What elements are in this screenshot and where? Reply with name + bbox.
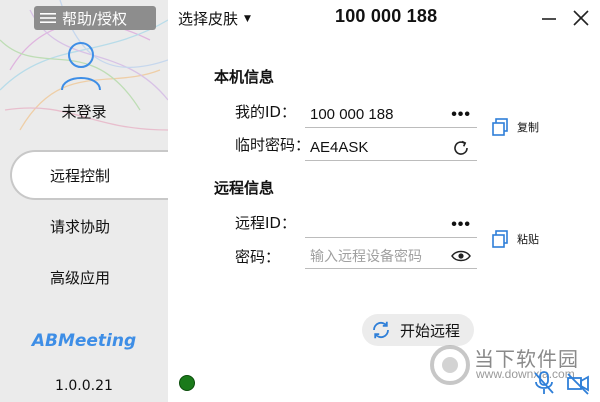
help-license-label: 帮助/授权 <box>62 9 128 28</box>
my-id-field: 100 000 188 ••• <box>305 102 477 128</box>
nav-label: 请求协助 <box>50 217 111 236</box>
camera-off-icon[interactable] <box>566 370 590 396</box>
more-options-icon[interactable]: ••• <box>451 102 471 128</box>
show-password-eye-icon[interactable] <box>451 243 471 269</box>
temp-password-field: AE4ASK <box>305 135 477 161</box>
temp-password-label: 临时密码： <box>235 136 311 154</box>
refresh-icon[interactable] <box>451 135 471 161</box>
nav-advanced-apps[interactable]: 高级应用 <box>0 252 168 302</box>
local-info-title: 本机信息 <box>214 68 275 86</box>
password-placeholder: 输入远程设备密码 <box>310 248 422 265</box>
header-device-id: 100 000 188 <box>335 6 438 26</box>
brand-logo-text: ABMeeting <box>31 331 137 351</box>
skin-select-label: 选择皮肤 <box>178 10 239 28</box>
paste-icon <box>492 230 508 248</box>
watermark-url: www.downxia.com <box>476 367 575 381</box>
sidebar: 帮助/授权 未登录 远程控制 请求协助 高级应用 ABMeeting 1.0.0… <box>0 0 168 402</box>
nav-remote-control[interactable]: 远程控制 <box>10 150 168 200</box>
start-remote-label: 开始远程 <box>400 321 461 340</box>
paste-button[interactable]: 粘贴 <box>491 230 539 248</box>
caret-down-icon: ▼ <box>244 13 251 24</box>
copy-label: 复制 <box>517 121 539 134</box>
help-license-button[interactable]: 帮助/授权 <box>34 6 156 30</box>
menu-icon <box>40 13 56 23</box>
temp-password-value: AE4ASK <box>310 139 369 156</box>
remote-id-input[interactable]: ••• <box>305 212 477 238</box>
nav-request-assist[interactable]: 请求协助 <box>0 201 168 251</box>
remote-info-title: 远程信息 <box>214 179 275 197</box>
skin-select-dropdown[interactable]: 选择皮肤 ▼ <box>178 8 251 29</box>
connection-status-indicator <box>179 375 195 391</box>
minimize-icon[interactable] <box>537 6 561 30</box>
my-id-label: 我的ID： <box>235 103 296 121</box>
more-options-icon[interactable]: ••• <box>451 212 471 238</box>
microphone-icon[interactable] <box>532 370 556 396</box>
remote-password-input[interactable]: 输入远程设备密码 <box>305 243 477 269</box>
copy-icon <box>492 118 508 136</box>
remote-id-label: 远程ID： <box>235 214 296 232</box>
login-status[interactable]: 未登录 <box>0 101 168 122</box>
password-label: 密码： <box>235 248 281 266</box>
nav-label: 高级应用 <box>50 268 111 287</box>
close-icon[interactable] <box>569 6 593 30</box>
user-avatar-icon[interactable] <box>60 40 102 92</box>
my-id-value: 100 000 188 <box>310 106 394 123</box>
nav-label: 远程控制 <box>50 166 111 185</box>
copy-button[interactable]: 复制 <box>491 118 539 136</box>
paste-label: 粘贴 <box>517 233 539 246</box>
version-text: 1.0.0.21 <box>55 378 113 394</box>
sync-icon <box>373 321 389 339</box>
